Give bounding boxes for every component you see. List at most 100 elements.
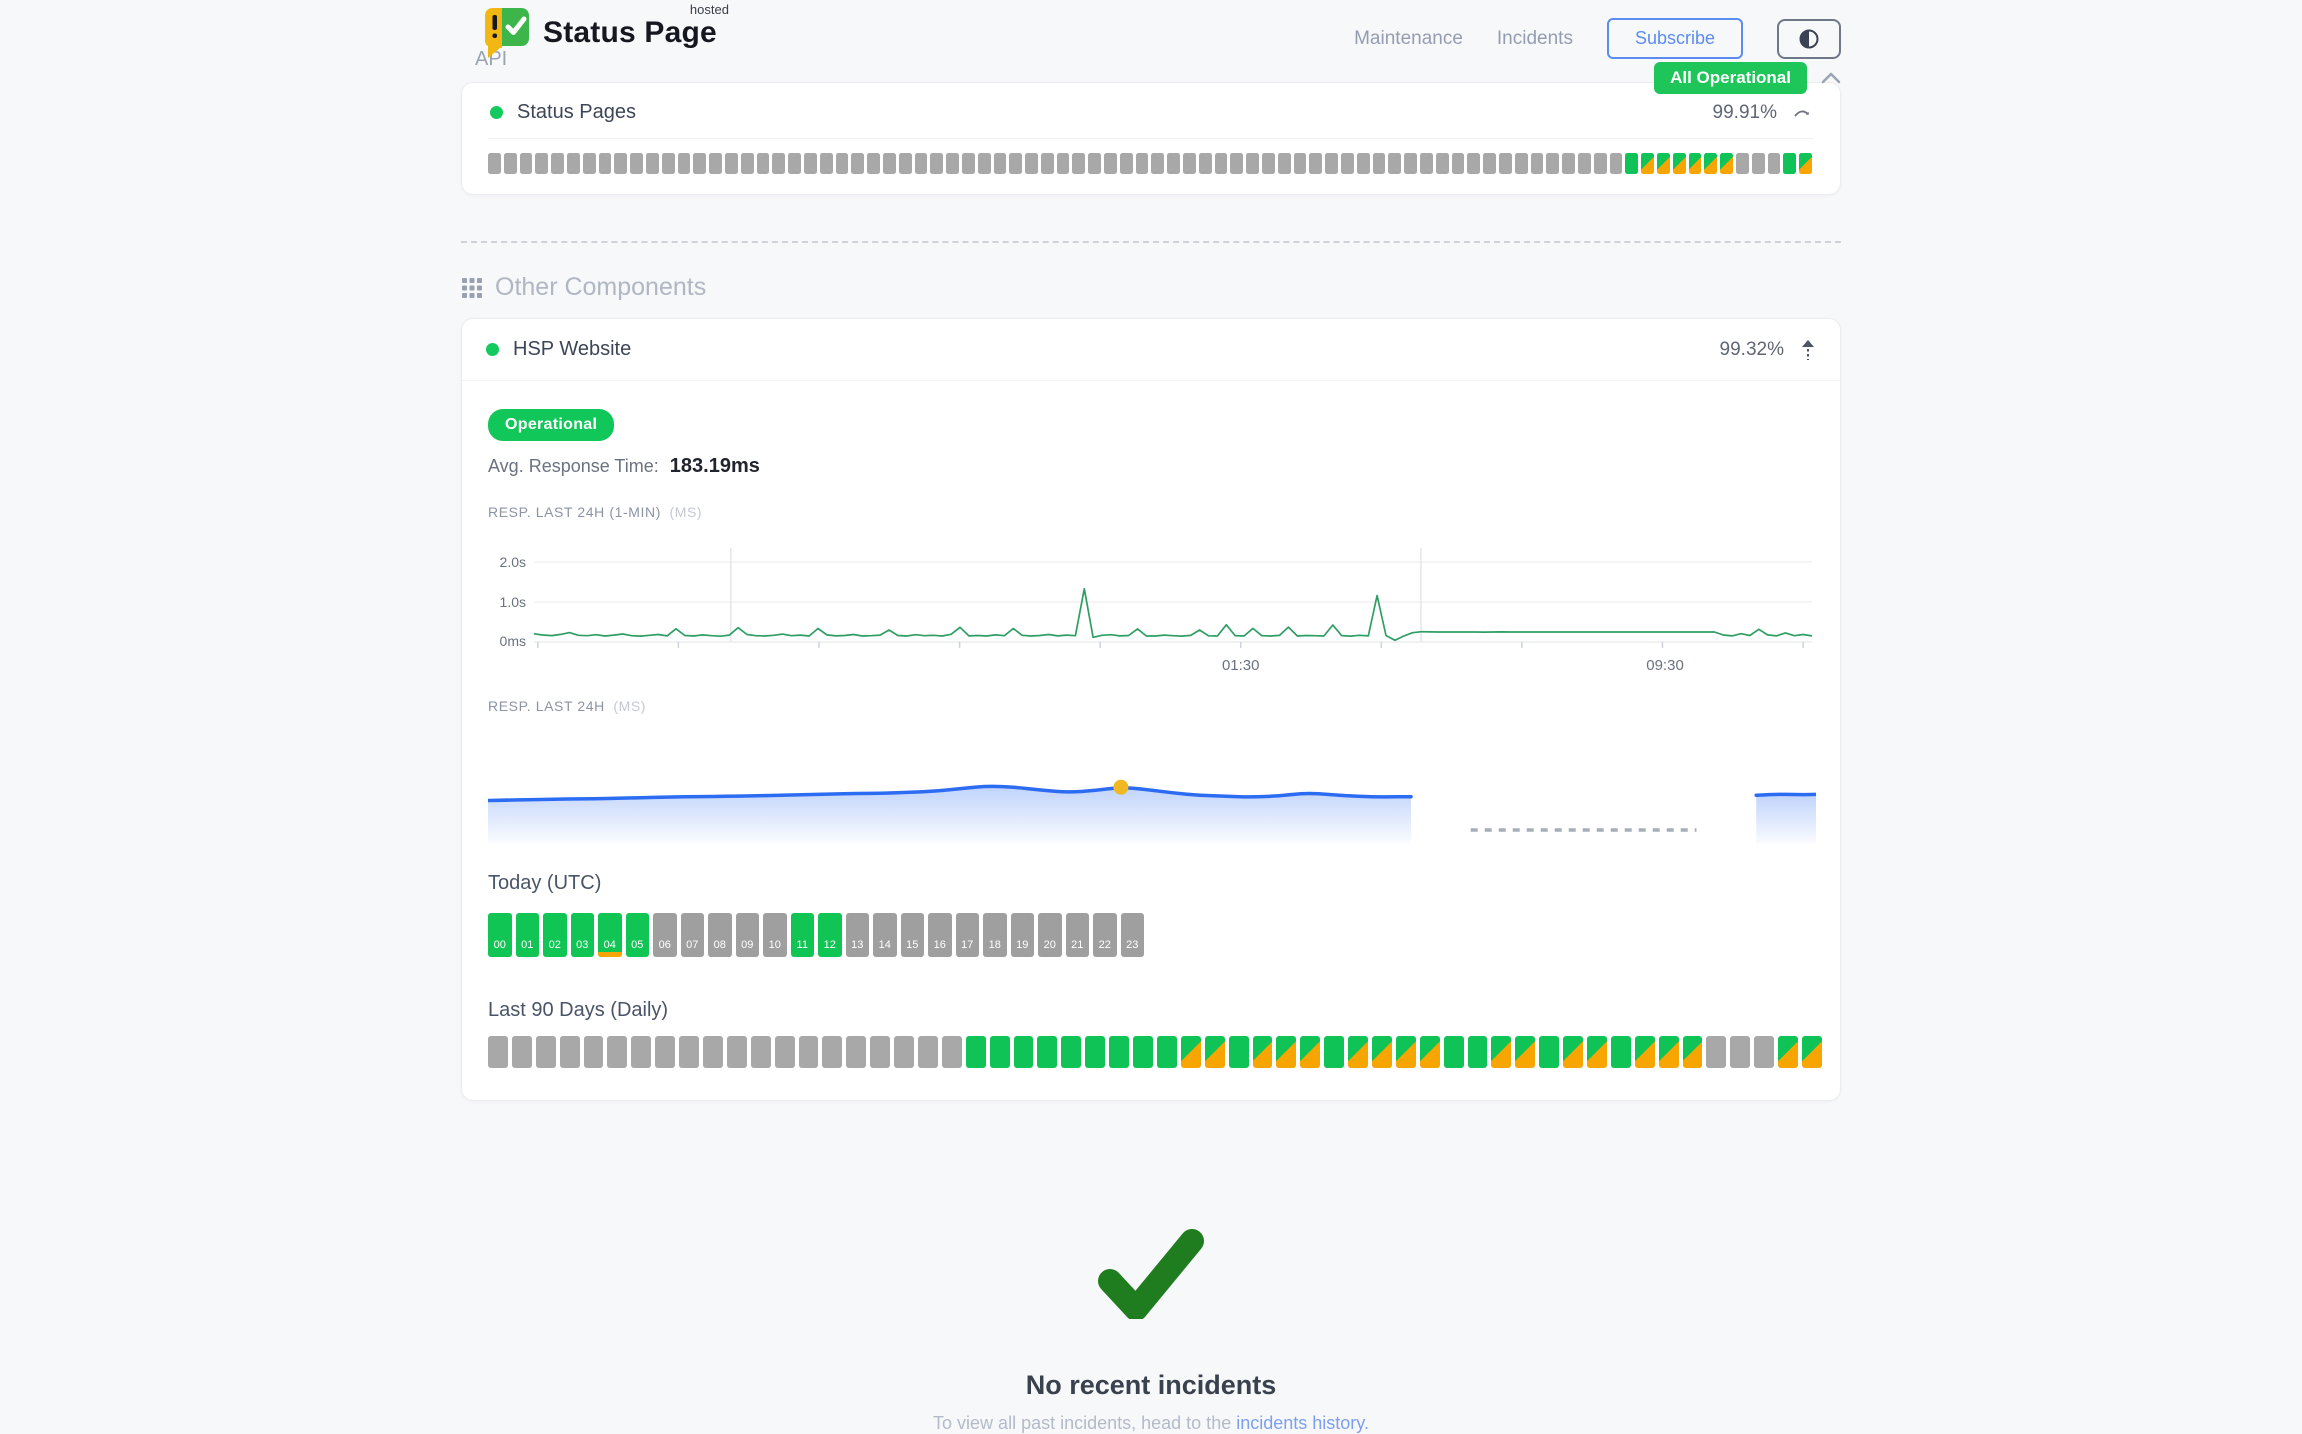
uptime-block[interactable]	[560, 1036, 580, 1068]
uptime-block[interactable]	[1563, 1036, 1583, 1068]
uptime-block[interactable]	[1546, 153, 1559, 174]
uptime-block[interactable]	[772, 153, 785, 174]
hour-block-11[interactable]: 11	[791, 913, 815, 957]
uptime-block[interactable]	[535, 153, 548, 174]
uptime-block[interactable]	[836, 153, 849, 174]
uptime-block[interactable]	[662, 153, 675, 174]
hour-block-19[interactable]: 19	[1011, 913, 1035, 957]
hour-block-04[interactable]: 04	[598, 913, 622, 957]
uptime-block[interactable]	[1215, 153, 1228, 174]
uptime-block[interactable]	[1468, 1036, 1488, 1068]
subscribe-button[interactable]: Subscribe	[1607, 18, 1743, 59]
nav-maintenance[interactable]: Maintenance	[1354, 28, 1463, 50]
uptime-block[interactable]	[1341, 153, 1354, 174]
hour-block-10[interactable]: 10	[763, 913, 787, 957]
uptime-block[interactable]	[1133, 1036, 1153, 1068]
uptime-block[interactable]	[1396, 1036, 1416, 1068]
uptime-block[interactable]	[990, 1036, 1010, 1068]
chevron-up-icon[interactable]	[1821, 72, 1841, 84]
hour-block-13[interactable]: 13	[846, 913, 870, 957]
uptime-block[interactable]	[1610, 153, 1623, 174]
uptime-block[interactable]	[1229, 1036, 1249, 1068]
uptime-block[interactable]	[631, 1036, 651, 1068]
uptime-block[interactable]	[851, 153, 864, 174]
uptime-block[interactable]	[1611, 1036, 1631, 1068]
uptime-block[interactable]	[1404, 153, 1417, 174]
uptime-block[interactable]	[1799, 153, 1812, 174]
brand[interactable]: Status Page hosted	[481, 6, 717, 62]
hour-block-20[interactable]: 20	[1038, 913, 1062, 957]
uptime-block[interactable]	[1104, 153, 1117, 174]
uptime-block[interactable]	[1072, 153, 1085, 174]
uptime-block[interactable]	[799, 1036, 819, 1068]
uptime-block[interactable]	[1420, 1036, 1440, 1068]
uptime-block[interactable]	[867, 153, 880, 174]
uptime-block[interactable]	[788, 153, 801, 174]
uptime-block[interactable]	[646, 153, 659, 174]
uptime-block[interactable]	[962, 153, 975, 174]
uptime-block[interactable]	[1183, 153, 1196, 174]
uptime-block[interactable]	[741, 153, 754, 174]
uptime-block[interactable]	[584, 1036, 604, 1068]
uptime-block[interactable]	[978, 153, 991, 174]
incidents-history-link[interactable]: incidents history	[1236, 1413, 1364, 1433]
uptime-block[interactable]	[1294, 153, 1307, 174]
uptime-block[interactable]	[551, 153, 564, 174]
uptime-block[interactable]	[725, 153, 738, 174]
hour-block-03[interactable]: 03	[571, 913, 595, 957]
uptime-block[interactable]	[1754, 1036, 1774, 1068]
uptime-block[interactable]	[520, 153, 533, 174]
hour-block-16[interactable]: 16	[928, 913, 952, 957]
uptime-block[interactable]	[1041, 153, 1054, 174]
uptime-block[interactable]	[1539, 1036, 1559, 1068]
uptime-block[interactable]	[1167, 153, 1180, 174]
hour-block-12[interactable]: 12	[818, 913, 842, 957]
uptime-block[interactable]	[1673, 153, 1686, 174]
uptime-block[interactable]	[678, 153, 691, 174]
uptime-block[interactable]	[1278, 153, 1291, 174]
uptime-block[interactable]	[1199, 153, 1212, 174]
uptime-block[interactable]	[1436, 153, 1449, 174]
uptime-block[interactable]	[1706, 1036, 1726, 1068]
uptime-block[interactable]	[599, 153, 612, 174]
uptime-block[interactable]	[1736, 153, 1749, 174]
uptime-block[interactable]	[1120, 153, 1133, 174]
uptime-block[interactable]	[1515, 1036, 1535, 1068]
uptime-block[interactable]	[1625, 153, 1638, 174]
uptime-block[interactable]	[693, 153, 706, 174]
component-header-row[interactable]: HSP Website 99.32%	[462, 319, 1840, 381]
uptime-block[interactable]	[655, 1036, 675, 1068]
uptime-block[interactable]	[709, 153, 722, 174]
uptime-block[interactable]	[1768, 153, 1781, 174]
uptime-block[interactable]	[820, 153, 833, 174]
uptime-block[interactable]	[679, 1036, 699, 1068]
uptime-block[interactable]	[1752, 153, 1765, 174]
uptime-block[interactable]	[1109, 1036, 1129, 1068]
hour-block-06[interactable]: 06	[653, 913, 677, 957]
uptime-block[interactable]	[1515, 153, 1528, 174]
hour-block-17[interactable]: 17	[956, 913, 980, 957]
uptime-block[interactable]	[1730, 1036, 1750, 1068]
uptime-block[interactable]	[1499, 153, 1512, 174]
uptime-block[interactable]	[630, 153, 643, 174]
uptime-block[interactable]	[1659, 1036, 1679, 1068]
theme-toggle-button[interactable]	[1777, 19, 1841, 59]
uptime-block[interactable]	[567, 153, 580, 174]
uptime-block[interactable]	[1262, 153, 1275, 174]
uptime-block[interactable]	[1635, 1036, 1655, 1068]
uptime-block[interactable]	[1372, 1036, 1392, 1068]
hour-block-05[interactable]: 05	[626, 913, 650, 957]
response-line-chart[interactable]: 2.0s1.0s0ms01:3009:30	[488, 530, 1814, 672]
uptime-block[interactable]	[1783, 153, 1796, 174]
uptime-block[interactable]	[1587, 1036, 1607, 1068]
uptime-block[interactable]	[1562, 153, 1575, 174]
arrow-up-dashed-icon[interactable]	[1800, 339, 1816, 361]
hour-block-00[interactable]: 00	[488, 913, 512, 957]
uptime-block[interactable]	[1373, 153, 1386, 174]
uptime-block[interactable]	[1009, 153, 1022, 174]
hour-block-22[interactable]: 22	[1093, 913, 1117, 957]
uptime-block[interactable]	[1483, 153, 1496, 174]
uptime-block[interactable]	[512, 1036, 532, 1068]
uptime-block[interactable]	[1704, 153, 1717, 174]
hour-block-09[interactable]: 09	[736, 913, 760, 957]
